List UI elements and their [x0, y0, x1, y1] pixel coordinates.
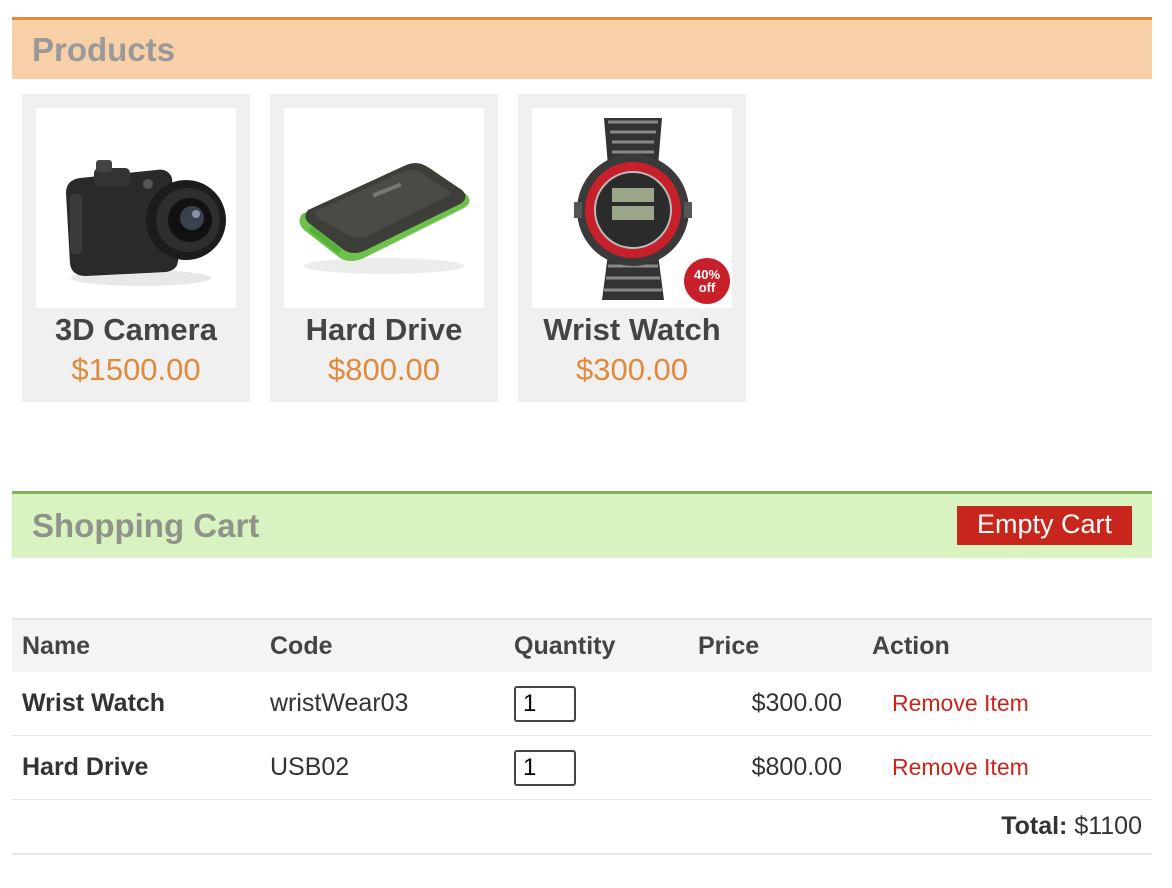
column-header-code: Code [260, 618, 504, 672]
remove-item-link[interactable]: Remove Item [872, 754, 1029, 780]
products-header: Products [12, 17, 1152, 79]
cart-item-price: $300.00 [688, 672, 862, 736]
quantity-cell [504, 672, 688, 736]
empty-cart-button[interactable]: Empty Cart [956, 506, 1132, 545]
cart-table: Name Code Quantity Price Action Wrist Wa… [12, 618, 1152, 855]
wrist-watch-image[interactable]: 40% off [532, 108, 732, 308]
table-header-row: Name Code Quantity Price Action [12, 618, 1152, 672]
table-row: Hard Drive USB02 $800.00 Remove Item [12, 735, 1152, 800]
discount-badge-label: 40% off [693, 267, 721, 295]
product-price: $1500.00 [71, 352, 201, 387]
table-row: Wrist Watch wristWear03 $300.00 Remove I… [12, 672, 1152, 736]
product-name: 3D Camera [55, 312, 217, 347]
cart-item-name: Wrist Watch [12, 672, 260, 736]
discount-badge: 40% off [684, 258, 730, 304]
camera-image[interactable] [36, 108, 236, 308]
cart-item-code: wristWear03 [260, 672, 504, 736]
column-header-quantity: Quantity [504, 618, 688, 672]
cart-header: Shopping Cart Empty Cart [12, 491, 1152, 558]
column-header-name: Name [12, 618, 260, 672]
product-price: $300.00 [575, 352, 689, 387]
product-name: Hard Drive [305, 312, 463, 347]
product-tile-camera[interactable]: 3D Camera $1500.00 [22, 94, 250, 402]
action-cell: Remove Item [862, 672, 1152, 736]
product-tile-wrist-watch[interactable]: 40% off Wrist Watch $300.00 [518, 94, 746, 402]
quantity-input[interactable] [514, 749, 576, 786]
total-value: $1100 [1074, 812, 1142, 840]
hard-drive-image[interactable] [284, 108, 484, 308]
quantity-input[interactable] [514, 685, 576, 722]
cart-item-code: USB02 [260, 735, 504, 800]
remove-item-link[interactable]: Remove Item [872, 690, 1029, 716]
quantity-cell [504, 735, 688, 800]
products-title: Products [32, 30, 176, 68]
cart-item-name: Hard Drive [12, 735, 260, 800]
column-header-price: Price [688, 618, 862, 672]
cart-item-price: $800.00 [688, 735, 862, 800]
action-cell: Remove Item [862, 735, 1152, 800]
total-label: Total: [1001, 812, 1068, 840]
product-price: $800.00 [327, 352, 441, 387]
total-cell: Total: $1100 [12, 799, 1152, 855]
product-name: Wrist Watch [543, 312, 721, 347]
cart-title: Shopping Cart [32, 507, 260, 544]
product-tile-hard-drive[interactable]: Hard Drive $800.00 [270, 94, 498, 402]
total-row: Total: $1100 [12, 799, 1152, 855]
column-header-action: Action [862, 618, 1152, 672]
